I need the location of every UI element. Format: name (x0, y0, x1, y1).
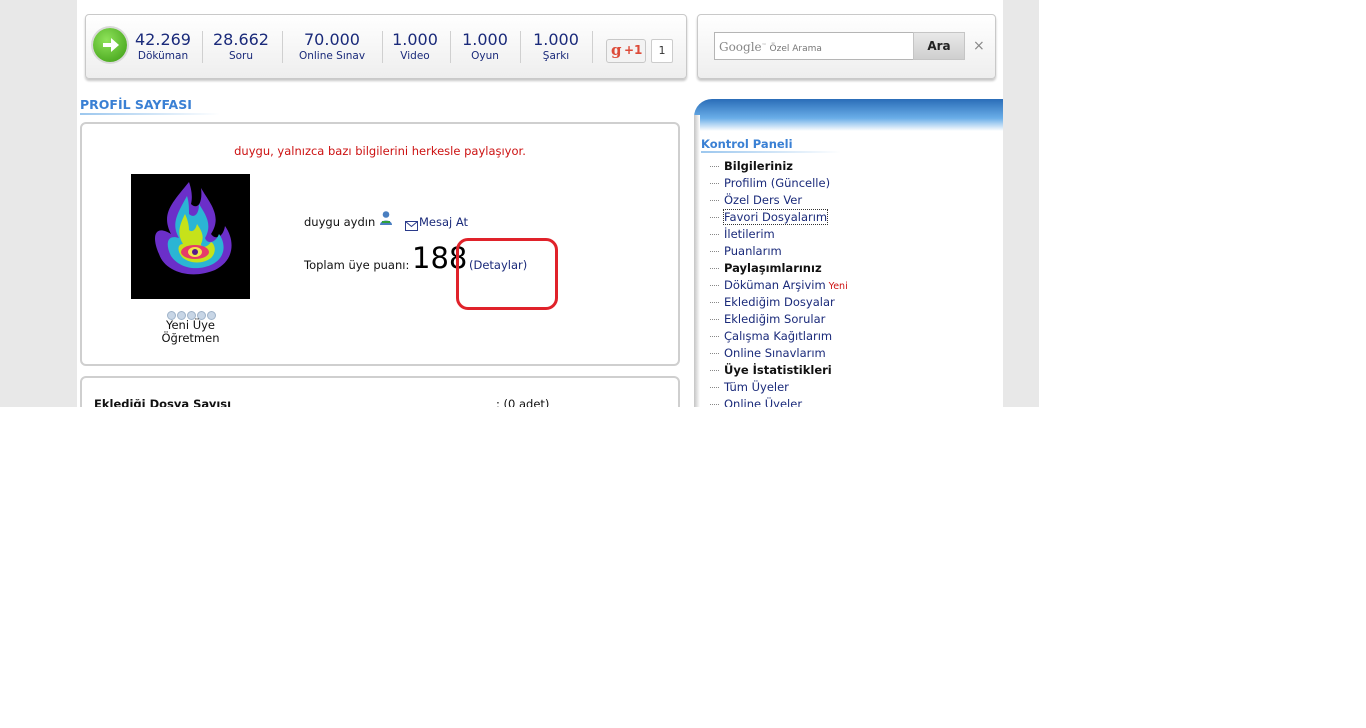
tree-branch-icon (710, 336, 719, 337)
close-icon[interactable]: × (973, 38, 985, 54)
stat-questions[interactable]: 28.662 Soru (210, 31, 272, 63)
control-panel-header (694, 99, 1003, 131)
stat-divider (592, 31, 593, 63)
control-panel-title: Kontrol Paneli (701, 137, 793, 151)
stat-label: Şarkı (542, 50, 570, 62)
member-type: Öğretmen (161, 331, 220, 345)
stat-label: Döküman (137, 50, 189, 62)
tree-branch-icon (710, 200, 719, 201)
menu-item-profile[interactable]: Profilim (Güncelle) (710, 176, 830, 191)
menu-heading-member-stats: Üye İstatistikleri (710, 363, 832, 378)
stat-label: Video (400, 50, 430, 62)
mail-icon[interactable] (405, 216, 418, 235)
search-panel: Google™ Özel Arama Ara × (697, 14, 996, 79)
privacy-notice: duygu, yalnızca bazı bilgilerini herkesl… (234, 144, 526, 158)
menu-item-worksheets[interactable]: Çalışma Kağıtlarım (710, 329, 832, 344)
points-label: Toplam üye puanı: (304, 258, 410, 272)
search-placeholder: Özel Arama (769, 44, 822, 54)
search-input[interactable]: Google™ Özel Arama (714, 32, 920, 60)
stat-value: 28.662 (213, 30, 269, 49)
plus-one-label: +1 (624, 43, 643, 57)
browser-viewport: 42.269 Döküman 28.662 Soru 70.000 Online… (0, 0, 1039, 407)
stat-value: 42.269 (135, 30, 191, 49)
stat-divider (450, 31, 451, 63)
stat-label: Oyun (471, 50, 499, 62)
title-underline (701, 151, 841, 153)
tree-branch-icon (710, 404, 719, 405)
menu-item-online-exams[interactable]: Online Sınavlarım (710, 346, 826, 361)
menu-item-added-files[interactable]: Eklediğim Dosyalar (710, 295, 835, 310)
stat-documents[interactable]: 42.269 Döküman (132, 31, 194, 63)
menu-item-private-lessons[interactable]: Özel Ders Ver (710, 193, 802, 208)
files-count-label: Eklediği Dosya Sayısı (94, 397, 232, 407)
stat-divider (202, 31, 203, 63)
site-stats-bar: 42.269 Döküman 28.662 Soru 70.000 Online… (85, 14, 687, 79)
menu-item-online-members[interactable]: Online Üyeler (710, 397, 802, 407)
search-button[interactable]: Ara (913, 32, 965, 60)
stat-value: 1.000 (533, 30, 579, 49)
google-logo: Google (719, 40, 762, 54)
menu-heading-info: Bilgileriniz (710, 159, 793, 174)
highlight-annotation (456, 238, 558, 310)
tree-branch-icon (710, 387, 719, 388)
menu-item-all-members[interactable]: Tüm Üyeler (710, 380, 789, 395)
tree-branch-icon (710, 285, 719, 286)
stat-songs[interactable]: 1.000 Şarkı (529, 31, 583, 63)
tree-branch-icon (710, 268, 719, 269)
menu-item-added-questions[interactable]: Eklediğim Sorular (710, 312, 825, 327)
menu-heading-shares: Paylaşımlarınız (710, 261, 822, 276)
control-panel-border (694, 115, 700, 407)
new-badge: Yeni (828, 281, 848, 292)
stat-games[interactable]: 1.000 Oyun (458, 31, 512, 63)
stat-value: 70.000 (304, 30, 360, 49)
tree-branch-icon (710, 217, 719, 218)
tree-branch-icon (710, 319, 719, 320)
google-g-icon: g (611, 41, 622, 59)
stat-label: Soru (228, 50, 254, 62)
tree-branch-icon (710, 302, 719, 303)
stat-value: 1.000 (392, 30, 438, 49)
menu-item-favorites[interactable]: Favori Dosyalarım (710, 209, 829, 225)
tree-branch-icon (710, 251, 719, 252)
page-title: PROFİL SAYFASI (80, 97, 192, 112)
menu-item-points[interactable]: Puanlarım (710, 244, 782, 259)
title-underline (80, 113, 220, 115)
tree-branch-icon (710, 234, 719, 235)
stat-videos[interactable]: 1.000 Video (388, 31, 442, 63)
go-arrow-icon[interactable] (93, 28, 127, 62)
stat-value: 1.000 (462, 30, 508, 49)
plus-one-count: 1 (651, 39, 673, 63)
tree-branch-icon (710, 183, 719, 184)
avatar[interactable] (131, 174, 250, 299)
stat-divider (282, 31, 283, 63)
stat-divider (382, 31, 383, 63)
menu-item-messages[interactable]: İletilerim (710, 227, 775, 242)
files-count-value: : (0 adet) (496, 397, 550, 407)
stat-online-exams[interactable]: 70.000 Online Sınav (290, 31, 374, 63)
stat-label: Online Sınav (298, 50, 366, 62)
menu-item-document-archive[interactable]: Döküman Arşivim Yeni (710, 278, 848, 294)
member-stats-card: Eklediği Dosya Sayısı : (0 adet) (80, 376, 680, 407)
page-content: 42.269 Döküman 28.662 Soru 70.000 Online… (77, 0, 1003, 407)
profile-card: duygu, yalnızca bazı bilgilerini herkesl… (80, 122, 680, 366)
stat-divider (520, 31, 521, 63)
send-message-link[interactable]: Mesaj At (419, 215, 468, 229)
tree-branch-icon (710, 166, 719, 167)
username: duygu aydın (304, 215, 376, 229)
google-plus-one-button[interactable]: g +1 (606, 39, 646, 63)
tree-branch-icon (710, 370, 719, 371)
tree-branch-icon (710, 353, 719, 354)
user-icon[interactable] (378, 210, 394, 230)
